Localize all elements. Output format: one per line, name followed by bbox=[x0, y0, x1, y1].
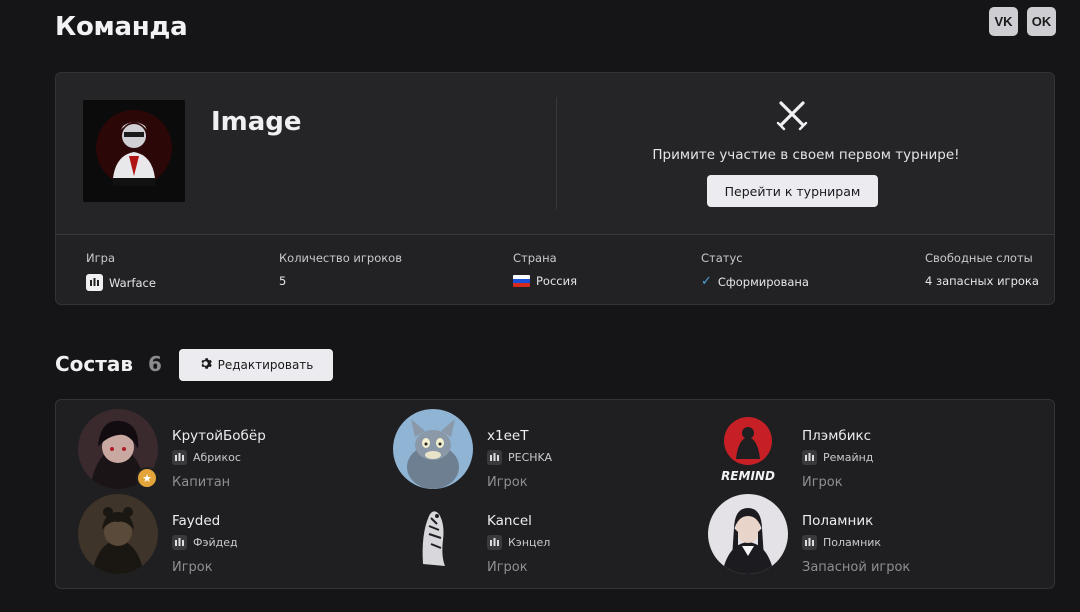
edit-button-label: Редактировать bbox=[217, 358, 314, 372]
player-card[interactable]: ★ КрутойБобёр Абрикос Капитан bbox=[78, 409, 378, 491]
promo-text: Примите участие в своем первом турнире! bbox=[652, 147, 960, 163]
player-nick-text: Абрикос bbox=[193, 451, 241, 464]
roster-list: ★ КрутойБобёр Абрикос Капитан x1eeT PECH… bbox=[55, 399, 1055, 589]
avatar-remind-text: REMIND bbox=[721, 469, 775, 483]
warface-icon bbox=[802, 450, 817, 465]
crossed-swords-icon bbox=[776, 99, 808, 131]
go-to-tournaments-button[interactable]: Перейти к турнирам bbox=[707, 175, 878, 207]
avatar bbox=[393, 409, 473, 489]
player-card[interactable]: REMIND Плэмбикс Ремайнд Игрок bbox=[708, 409, 1008, 491]
player-card[interactable]: Fayded Фэйдед Игрок bbox=[78, 494, 378, 576]
player-nick: Поламник bbox=[802, 535, 881, 550]
check-icon: ✓ bbox=[701, 274, 712, 289]
slots-label: Свободные слоты bbox=[925, 251, 1033, 265]
player-card[interactable]: Поламник Поламник Запасной игрок bbox=[708, 494, 1008, 576]
avatar: REMIND bbox=[708, 409, 788, 489]
ok-label: OK bbox=[1031, 14, 1052, 29]
info-game: Игра Warface bbox=[86, 251, 156, 291]
player-nick-text: Поламник bbox=[823, 536, 882, 549]
captain-star-icon: ★ bbox=[136, 467, 158, 489]
player-nick-text: PECHKA bbox=[508, 451, 553, 464]
player-nick-text: Ремайнд bbox=[823, 451, 874, 464]
player-name[interactable]: x1eeT bbox=[487, 428, 528, 444]
player-nick: Абрикос bbox=[172, 450, 241, 465]
game-value: Warface bbox=[109, 275, 156, 290]
player-nick-text: Фэйдед bbox=[193, 536, 238, 549]
player-role: Игрок bbox=[172, 560, 213, 575]
avatar bbox=[78, 494, 158, 574]
warface-icon bbox=[802, 535, 817, 550]
player-name[interactable]: Kancel bbox=[487, 513, 532, 529]
player-role: Запасной игрок bbox=[802, 560, 911, 575]
team-name: Image bbox=[211, 107, 302, 137]
vk-icon[interactable]: VK bbox=[989, 7, 1018, 36]
players-value: 5 bbox=[279, 274, 287, 288]
warface-icon bbox=[172, 535, 187, 550]
avatar bbox=[393, 494, 473, 574]
avatar bbox=[708, 494, 788, 574]
warface-icon bbox=[487, 450, 502, 465]
info-players: Количество игроков 5 bbox=[279, 251, 402, 288]
status-label: Статус bbox=[701, 251, 743, 265]
country-label: Страна bbox=[513, 251, 557, 265]
page-title: Команда bbox=[55, 12, 188, 42]
warface-icon bbox=[86, 274, 103, 291]
player-name[interactable]: Плэмбикс bbox=[802, 428, 871, 444]
player-nick: Ремайнд bbox=[802, 450, 873, 465]
game-label: Игра bbox=[86, 251, 115, 265]
player-nick: Фэйдед bbox=[172, 535, 238, 550]
info-country: Страна Россия bbox=[513, 251, 577, 288]
slots-value: 4 запасных игрока bbox=[925, 274, 1039, 288]
info-status: Статус ✓ Сформирована bbox=[701, 251, 809, 289]
russia-flag-icon bbox=[513, 275, 530, 287]
player-role: Игрок bbox=[487, 475, 528, 490]
status-value: Сформирована bbox=[717, 274, 809, 289]
player-nick-text: Кэнцел bbox=[508, 536, 551, 549]
player-role: Капитан bbox=[172, 475, 231, 490]
edit-roster-button[interactable]: Редактировать bbox=[179, 349, 333, 381]
player-card[interactable]: Kancel Кэнцел Игрок bbox=[393, 494, 693, 576]
player-role: Игрок bbox=[802, 475, 843, 490]
odnoklassniki-icon[interactable]: OK bbox=[1027, 7, 1056, 36]
roster-title: Состав bbox=[55, 352, 134, 376]
player-name[interactable]: Поламник bbox=[802, 513, 873, 529]
player-card[interactable]: x1eeT PECHKA Игрок bbox=[393, 409, 693, 491]
players-label: Количество игроков bbox=[279, 251, 402, 265]
team-logo bbox=[83, 100, 185, 202]
country-value: Россия bbox=[536, 274, 578, 288]
warface-icon bbox=[487, 535, 502, 550]
info-slots: Свободные слоты 4 запасных игрока bbox=[925, 251, 1039, 288]
vk-label: VK bbox=[994, 14, 1013, 29]
player-nick: Кэнцел bbox=[487, 535, 550, 550]
team-card: Image Примите участие в своем первом тур… bbox=[55, 72, 1055, 305]
player-name[interactable]: Fayded bbox=[172, 513, 220, 529]
warface-icon bbox=[172, 450, 187, 465]
player-role: Игрок bbox=[487, 560, 528, 575]
gear-icon bbox=[199, 357, 212, 373]
player-nick: PECHKA bbox=[487, 450, 552, 465]
team-header: Image Примите участие в своем первом тур… bbox=[56, 73, 1054, 235]
player-name[interactable]: КрутойБобёр bbox=[172, 428, 266, 444]
roster-count: 6 bbox=[148, 352, 162, 376]
